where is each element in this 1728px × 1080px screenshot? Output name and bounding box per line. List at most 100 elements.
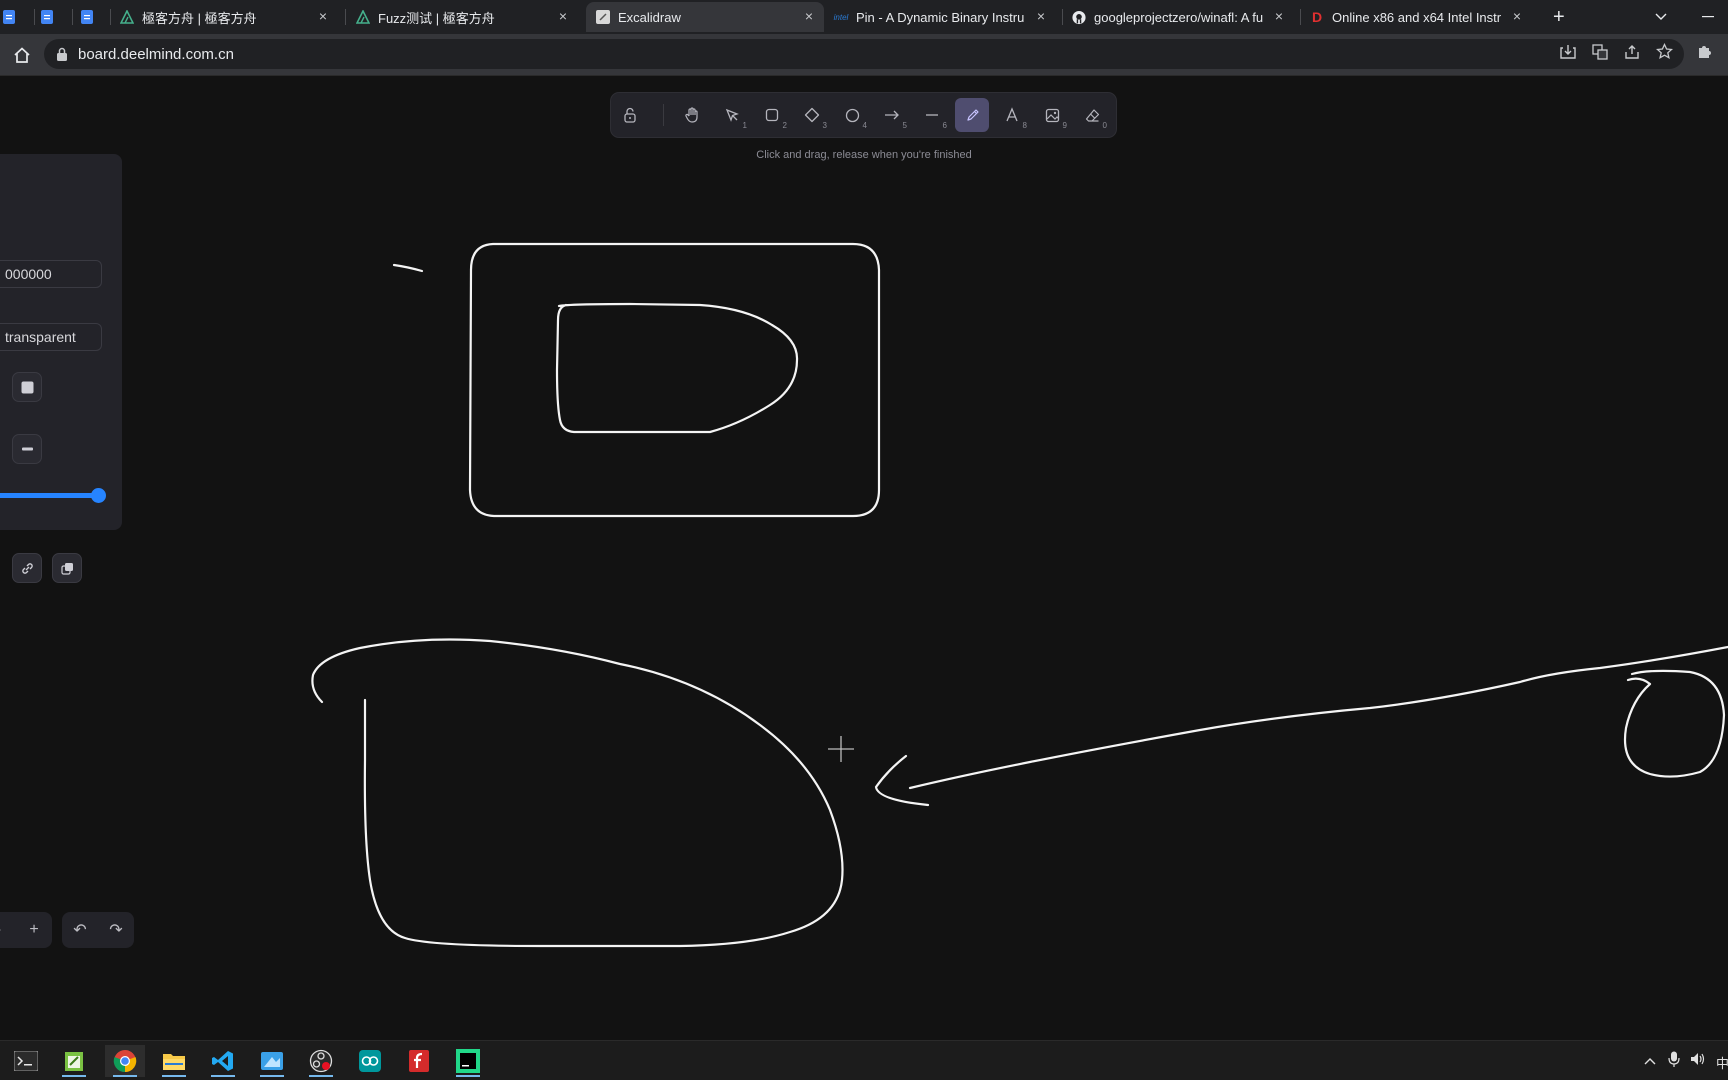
fill-solid-button[interactable] (12, 372, 42, 402)
docs-icon (80, 10, 94, 24)
background-color-input[interactable]: transparent (0, 323, 102, 351)
tool-diamond[interactable]: 3 (795, 98, 829, 132)
share-button[interactable] (1624, 44, 1644, 64)
minimize-button[interactable] (1702, 2, 1722, 32)
address-bar: board.deelmind.com.cn (0, 34, 1728, 76)
tool-text[interactable]: 8 (995, 98, 1029, 132)
undo-icon: ↶ (73, 922, 87, 939)
pycharm-app[interactable] (448, 1045, 488, 1077)
tool-image[interactable]: 9 (1035, 98, 1069, 132)
opacity-slider-thumb[interactable] (91, 488, 106, 503)
paint-app[interactable] (252, 1045, 292, 1077)
tool-hand[interactable] (675, 98, 709, 132)
solid-fill-icon (21, 381, 33, 393)
tab-docs-1[interactable] (2, 2, 32, 32)
translate-icon (1592, 44, 1608, 60)
zoom-controls: ○ + (0, 912, 52, 948)
outer-rounded-rectangle (468, 242, 881, 518)
volume-button[interactable] (1690, 1052, 1706, 1069)
tray-overflow-button[interactable] (1644, 1053, 1656, 1068)
vscode-app[interactable] (203, 1045, 243, 1077)
line-icon (926, 114, 938, 116)
file-explorer-app[interactable] (154, 1045, 194, 1077)
tab-excalidraw[interactable]: Excalidraw × (586, 2, 824, 32)
home-button[interactable] (10, 43, 34, 67)
rectangle-icon (765, 108, 779, 122)
crosshair-cursor (828, 736, 854, 762)
link-icon (21, 562, 33, 574)
folder-icon (163, 1054, 185, 1070)
speaker-icon (1691, 1053, 1705, 1065)
tab-search-button[interactable] (1654, 2, 1674, 32)
tab-docs-3[interactable] (80, 2, 110, 32)
tab-winafl[interactable]: googleprojectzero/winafl: A fu × (1072, 2, 1294, 32)
new-tab-button[interactable]: + (1553, 2, 1577, 32)
docs-icon (40, 10, 54, 24)
tool-ellipse[interactable]: 4 (835, 98, 869, 132)
translate-button[interactable] (1592, 44, 1612, 64)
excalidraw-canvas[interactable]: 1 2 3 4 5 6 8 9 0 Click and drag, releas… (0, 76, 1728, 1040)
tab-fuzz[interactable]: Fuzz测试 | 極客方舟 × (356, 2, 578, 32)
thick-line-icon (21, 447, 33, 451)
tool-eraser[interactable]: 0 (1075, 98, 1109, 132)
opacity-slider[interactable] (0, 493, 100, 498)
docs-icon (2, 10, 16, 24)
notepad-icon (65, 1052, 83, 1071)
close-icon[interactable]: × (802, 9, 816, 23)
chevron-up-icon (1644, 1058, 1656, 1065)
extensions-button[interactable] (1696, 43, 1716, 63)
drawing-layer[interactable] (0, 76, 1728, 1040)
share-icon (1625, 45, 1639, 59)
lock-icon (57, 47, 67, 61)
tab-x86[interactable]: D Online x86 and x64 Intel Instr × (1310, 2, 1532, 32)
undo-button[interactable]: ↶ (62, 912, 98, 948)
tab-separator (1062, 9, 1063, 25)
arduino-app[interactable] (350, 1045, 390, 1077)
tool-lock[interactable] (613, 98, 647, 132)
redo-button[interactable]: ↷ (98, 912, 134, 948)
microphone-icon (1668, 1051, 1680, 1067)
zoom-out-button[interactable]: ○ (0, 912, 16, 948)
stroke-color-input[interactable]: 000000 (0, 260, 102, 288)
notepad-app[interactable] (54, 1045, 94, 1077)
stroke-short-dash (392, 263, 424, 273)
pencil-icon (966, 108, 979, 121)
zoom-in-button[interactable]: + (16, 912, 52, 948)
tool-line[interactable]: 6 (915, 98, 949, 132)
close-icon[interactable]: × (1510, 9, 1524, 23)
chrome-app[interactable] (105, 1045, 145, 1077)
tab-pin[interactable]: intel Pin - A Dynamic Binary Instru × (834, 2, 1056, 32)
ark-icon (120, 10, 134, 24)
puzzle-icon (1699, 46, 1711, 58)
install-app-button[interactable] (1560, 44, 1580, 64)
home-icon (14, 47, 30, 63)
foxit-app[interactable] (399, 1045, 439, 1077)
text-icon (1006, 107, 1018, 122)
tool-freedraw[interactable] (955, 98, 989, 132)
close-icon[interactable]: × (1272, 9, 1286, 23)
terminal-app[interactable] (6, 1045, 46, 1077)
close-icon[interactable]: × (1034, 9, 1048, 23)
obs-app[interactable] (301, 1045, 341, 1077)
stroke-width-button[interactable] (12, 434, 42, 464)
diamond-icon (804, 107, 820, 123)
long-freehand-stroke (908, 645, 1728, 790)
tab-docs-2[interactable] (40, 2, 70, 32)
redo-icon: ↷ (109, 922, 123, 939)
omnibox[interactable]: board.deelmind.com.cn (44, 39, 1684, 69)
tool-selection[interactable]: 1 (715, 98, 749, 132)
close-icon[interactable]: × (556, 9, 570, 23)
install-icon (1560, 45, 1576, 59)
tab-geek-ark[interactable]: 極客方舟 | 極客方舟 × (116, 2, 338, 32)
arrowhead-freehand (874, 754, 930, 807)
tool-rectangle[interactable]: 2 (755, 98, 789, 132)
link-button[interactable] (12, 553, 42, 583)
bookmark-button[interactable] (1655, 42, 1676, 63)
chevron-down-icon (1655, 13, 1667, 20)
microphone-button[interactable] (1668, 1051, 1680, 1070)
tool-arrow[interactable]: 5 (875, 98, 909, 132)
duplicate-button[interactable] (52, 553, 82, 583)
close-icon[interactable]: × (316, 9, 330, 23)
toolbar-divider (663, 104, 664, 126)
ime-indicator[interactable]: 中 (1716, 1053, 1728, 1072)
